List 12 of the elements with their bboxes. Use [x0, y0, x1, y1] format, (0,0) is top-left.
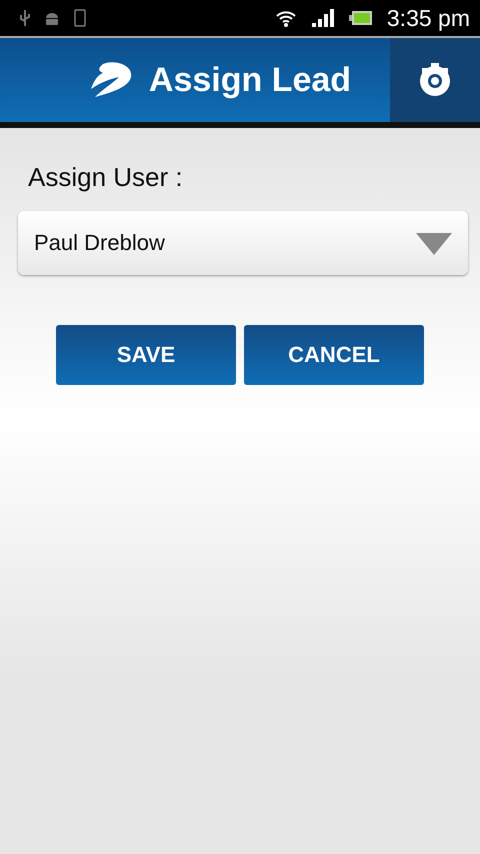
screen-title: Assign Lead: [148, 60, 352, 100]
user-dropdown[interactable]: Paul Dreblow: [18, 211, 468, 275]
phone-icon: [74, 9, 86, 27]
battery-icon: [348, 10, 373, 26]
cancel-button[interactable]: CANCEL: [244, 325, 424, 385]
usb-icon: [20, 9, 30, 27]
dropdown-arrow-icon: [416, 231, 452, 255]
signal-icon: [310, 8, 335, 28]
field-label: Assign User :: [28, 162, 184, 193]
save-button[interactable]: SAVE: [56, 325, 236, 385]
status-time: 3:35 pm: [386, 4, 470, 32]
settings-button[interactable]: [390, 38, 480, 122]
